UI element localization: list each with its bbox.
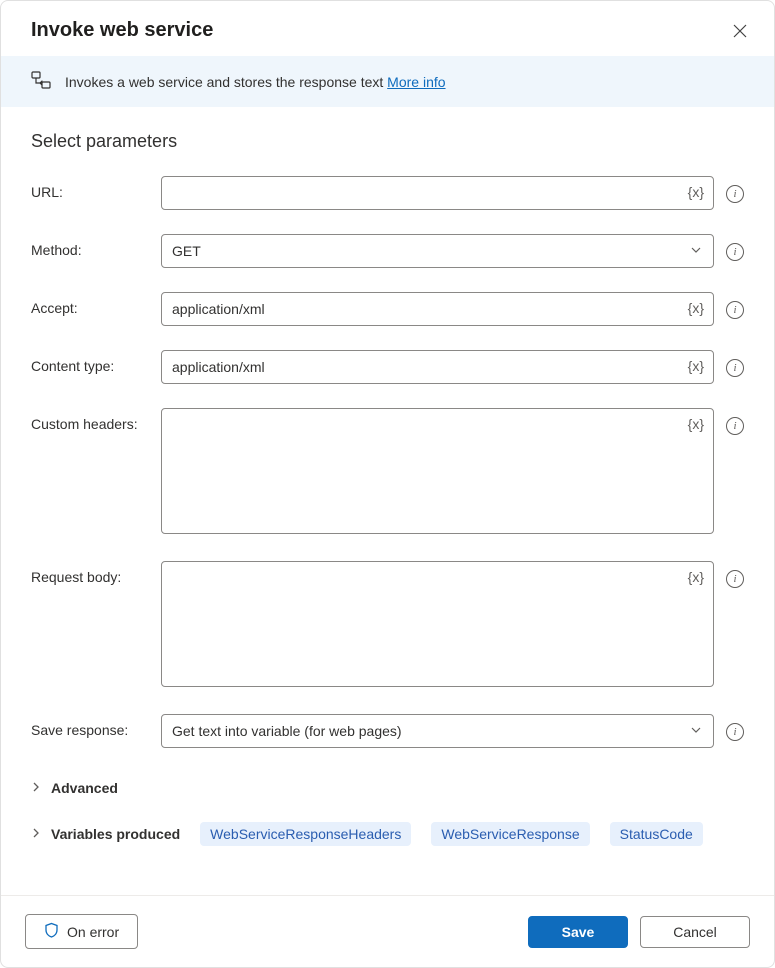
label-save-response: Save response: — [31, 714, 149, 738]
label-content-type: Content type: — [31, 350, 149, 374]
variable-token-button[interactable]: {x} — [688, 416, 704, 432]
variable-pill[interactable]: WebServiceResponse — [431, 822, 589, 846]
chevron-right-icon — [31, 781, 41, 795]
variable-pill[interactable]: StatusCode — [610, 822, 703, 846]
url-input[interactable] — [161, 176, 714, 210]
dialog-title: Invoke web service — [31, 19, 213, 42]
chevron-right-icon — [31, 827, 41, 841]
variables-produced-label: Variables produced — [51, 826, 180, 842]
web-service-icon — [31, 70, 51, 93]
close-button[interactable] — [730, 21, 750, 41]
save-button[interactable]: Save — [528, 916, 628, 948]
variable-pill[interactable]: WebServiceResponseHeaders — [200, 822, 411, 846]
advanced-label: Advanced — [51, 780, 118, 796]
row-url: URL: {x} i — [31, 176, 744, 210]
save-response-select[interactable]: Get text into variable (for web pages) — [161, 714, 714, 748]
method-select[interactable]: GET — [161, 234, 714, 268]
label-request-body: Request body: — [31, 561, 149, 585]
content-type-input[interactable] — [161, 350, 714, 384]
row-method: Method: GET i — [31, 234, 744, 268]
close-icon — [733, 24, 747, 38]
label-custom-headers: Custom headers: — [31, 408, 149, 432]
save-response-value: Get text into variable (for web pages) — [172, 723, 402, 739]
section-title: Select parameters — [31, 131, 744, 152]
info-icon[interactable]: i — [726, 417, 744, 435]
info-icon[interactable]: i — [726, 570, 744, 588]
info-icon[interactable]: i — [726, 359, 744, 377]
variable-token-button[interactable]: {x} — [688, 300, 704, 316]
variable-token-button[interactable]: {x} — [688, 358, 704, 374]
label-url: URL: — [31, 176, 149, 200]
label-method: Method: — [31, 234, 149, 258]
dialog-content: Select parameters URL: {x} i Method: GET… — [1, 107, 774, 895]
cancel-button[interactable]: Cancel — [640, 916, 750, 948]
info-icon[interactable]: i — [726, 185, 744, 203]
banner-description: Invokes a web service and stores the res… — [65, 74, 387, 90]
more-info-link[interactable]: More info — [387, 74, 445, 90]
info-icon[interactable]: i — [726, 301, 744, 319]
label-accept: Accept: — [31, 292, 149, 316]
custom-headers-input[interactable] — [161, 408, 714, 534]
row-custom-headers: Custom headers: {x} i — [31, 408, 744, 537]
banner-text: Invokes a web service and stores the res… — [65, 74, 446, 90]
accept-input[interactable] — [161, 292, 714, 326]
on-error-button[interactable]: On error — [25, 914, 138, 949]
cancel-label: Cancel — [673, 924, 717, 940]
method-value: GET — [172, 243, 201, 259]
save-label: Save — [562, 924, 595, 940]
row-request-body: Request body: {x} i — [31, 561, 744, 690]
row-content-type: Content type: {x} i — [31, 350, 744, 384]
request-body-input[interactable] — [161, 561, 714, 687]
advanced-toggle[interactable]: Advanced — [31, 772, 744, 804]
dialog-footer: On error Save Cancel — [1, 895, 774, 967]
dialog: Invoke web service Invokes a web service… — [0, 0, 775, 968]
variable-token-button[interactable]: {x} — [688, 184, 704, 200]
dialog-header: Invoke web service — [1, 1, 774, 56]
row-save-response: Save response: Get text into variable (f… — [31, 714, 744, 748]
row-accept: Accept: {x} i — [31, 292, 744, 326]
info-icon[interactable]: i — [726, 243, 744, 261]
info-icon[interactable]: i — [726, 723, 744, 741]
info-banner: Invokes a web service and stores the res… — [1, 56, 774, 107]
on-error-label: On error — [67, 924, 119, 940]
variables-produced-toggle[interactable]: Variables produced WebServiceResponseHea… — [31, 814, 744, 854]
shield-icon — [44, 922, 59, 941]
variable-token-button[interactable]: {x} — [688, 569, 704, 585]
